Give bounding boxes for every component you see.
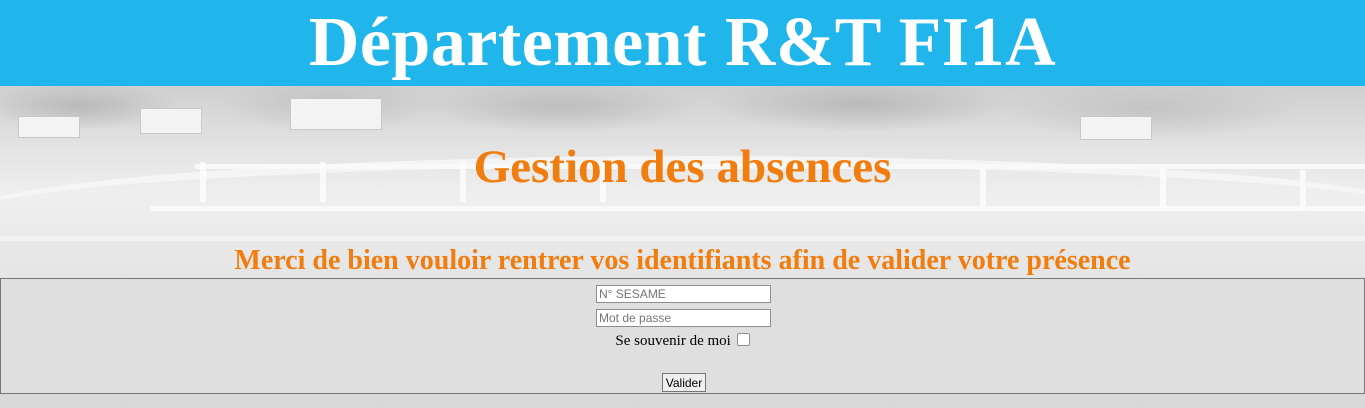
background-house bbox=[290, 98, 382, 130]
remember-me-checkbox[interactable] bbox=[736, 333, 750, 346]
instruction-message: Merci de bien vouloir rentrer vos identi… bbox=[234, 245, 1131, 276]
login-form: Se souvenir de moi Valider bbox=[0, 278, 1365, 394]
remember-me-label: Se souvenir de moi bbox=[615, 333, 731, 349]
background-house bbox=[18, 116, 80, 138]
background-rail bbox=[150, 206, 1365, 211]
background-trees bbox=[0, 86, 1365, 146]
page-title: Département R&T FI1A bbox=[308, 4, 1057, 81]
sesame-input[interactable] bbox=[596, 285, 771, 303]
background-rail bbox=[0, 236, 1365, 241]
section-title: Gestion des absences bbox=[473, 141, 892, 193]
submit-button[interactable]: Valider bbox=[662, 373, 706, 392]
remember-me-row: Se souvenir de moi bbox=[1, 333, 1364, 350]
header-banner: Département R&T FI1A bbox=[0, 0, 1365, 86]
password-input[interactable] bbox=[596, 309, 771, 327]
background-house bbox=[1080, 116, 1152, 140]
background-house bbox=[140, 108, 202, 134]
